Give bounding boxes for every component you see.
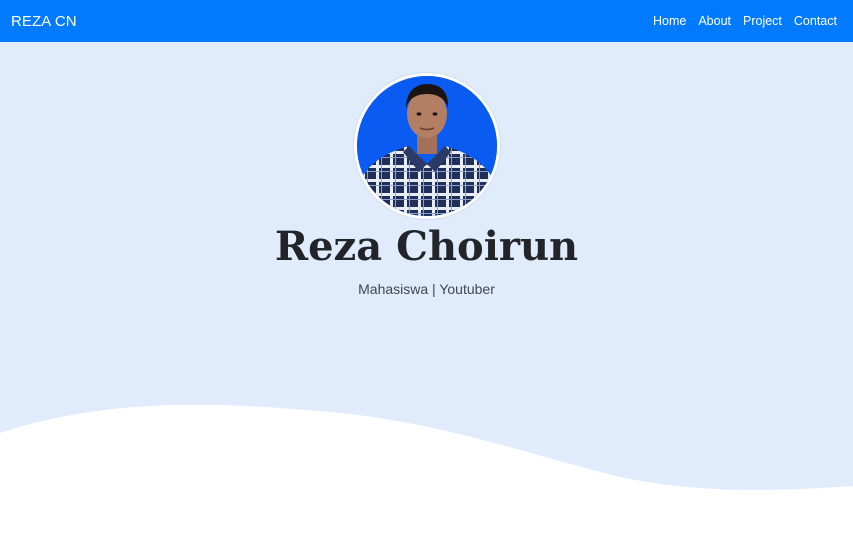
nav-link-about[interactable]: About bbox=[698, 14, 731, 28]
nav-links: Home About Project Contact bbox=[641, 14, 837, 28]
profile-photo bbox=[357, 76, 497, 216]
profile-name: Reza Choirun bbox=[274, 223, 579, 270]
nav-link-home[interactable]: Home bbox=[653, 14, 686, 28]
navbar: REZA CN Home About Project Contact bbox=[0, 0, 853, 42]
nav-link-project[interactable]: Project bbox=[743, 14, 782, 28]
profile-tagline: Mahasiswa | Youtuber bbox=[358, 281, 495, 297]
brand-logo-link[interactable]: REZA CN bbox=[11, 13, 77, 30]
nav-link-contact[interactable]: Contact bbox=[794, 14, 837, 28]
hero-section: Reza Choirun Mahasiswa | Youtuber bbox=[0, 42, 853, 553]
profile-avatar bbox=[354, 73, 500, 219]
